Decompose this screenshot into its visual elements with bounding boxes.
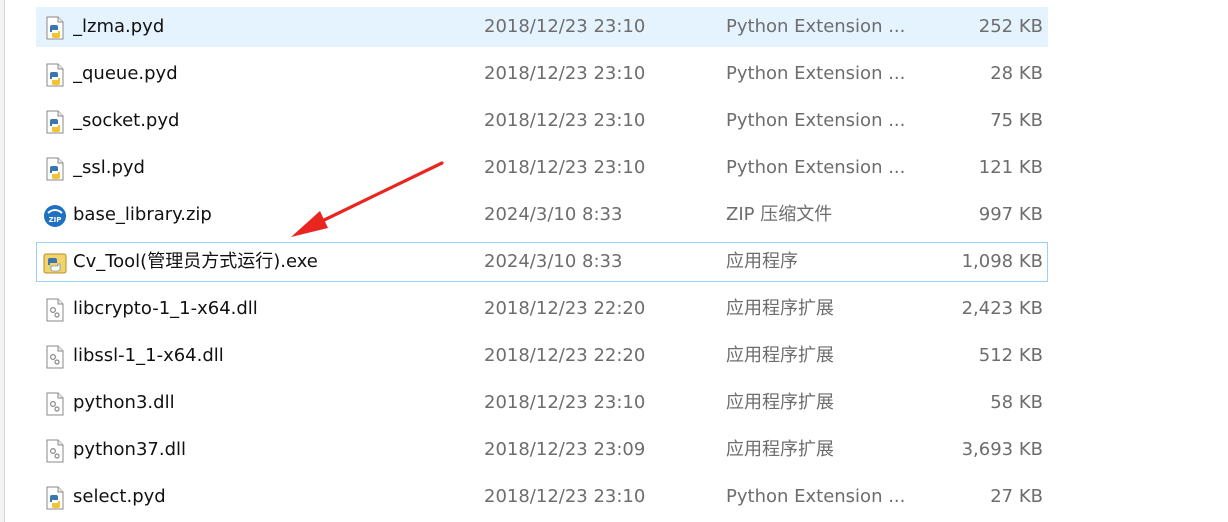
file-type: 应用程序 — [726, 251, 798, 272]
python-extension-icon — [43, 157, 67, 181]
file-date-modified: 2018/12/23 23:10 — [484, 63, 646, 84]
dll-file-icon — [43, 392, 67, 416]
file-row[interactable]: _queue.pyd 2018/12/23 23:10 Python Extensi… — [36, 54, 1048, 94]
python-extension-icon — [43, 16, 67, 40]
file-date-modified: 2024/3/10 8:33 — [484, 251, 623, 272]
dll-file-icon — [43, 345, 67, 369]
file-name: _queue.pyd — [73, 63, 178, 84]
file-name: libcrypto-1_1-x64.dll — [73, 298, 258, 319]
file-row[interactable]: _socket.pyd 2018/12/23 23:10 Python Extens… — [36, 101, 1048, 141]
file-size: 27 KB — [990, 486, 1043, 507]
dll-file-icon — [43, 298, 67, 322]
file-type: Python Extension ... — [726, 110, 906, 131]
file-name: select.pyd — [73, 486, 166, 507]
python-extension-icon — [43, 486, 67, 510]
file-name: libssl-1_1-x64.dll — [73, 345, 224, 366]
file-name: python37.dll — [73, 439, 187, 460]
file-size: 1,098 KB — [961, 251, 1043, 272]
file-date-modified: 2018/12/23 23:10 — [484, 16, 646, 37]
file-size: 3,693 KB — [961, 439, 1043, 460]
file-name: _ssl.pyd — [73, 157, 145, 178]
file-type: 应用程序扩展 — [726, 439, 834, 460]
file-type: Python Extension ... — [726, 16, 906, 37]
file-type: 应用程序扩展 — [726, 392, 834, 413]
python-executable-icon — [43, 251, 67, 275]
svg-text:ZIP: ZIP — [49, 216, 62, 224]
file-size: 75 KB — [990, 110, 1043, 131]
file-size: 252 KB — [978, 16, 1043, 37]
file-size: 121 KB — [978, 157, 1043, 178]
file-row[interactable]: _ssl.pyd 2018/12/23 23:10 Python Extension… — [36, 148, 1048, 188]
file-type: ZIP 压缩文件 — [726, 204, 833, 225]
file-date-modified: 2018/12/23 22:20 — [484, 345, 646, 366]
file-size: 58 KB — [990, 392, 1043, 413]
file-date-modified: 2018/12/23 23:10 — [484, 110, 646, 131]
python-extension-icon — [43, 63, 67, 87]
file-row[interactable]: python3.dll 2018/12/23 23:10 应用程序扩展 58 KB — [36, 383, 1048, 423]
file-row[interactable]: Cv_Tool(管理员方式运行).exe 2024/3/10 8:33 应用程序 1,… — [36, 242, 1048, 282]
file-row[interactable]: select.pyd 2018/12/23 23:10 Python Extensi… — [36, 477, 1048, 517]
file-date-modified: 2024/3/10 8:33 — [484, 204, 623, 225]
file-row[interactable]: libcrypto-1_1-x64.dll 2018/12/23 22:20 应用程… — [36, 289, 1048, 329]
file-row[interactable]: ZIP base_library.zip 2024/3/10 8:33 ZIP 压缩文… — [36, 195, 1048, 235]
file-size: 512 KB — [978, 345, 1043, 366]
file-date-modified: 2018/12/23 23:10 — [484, 486, 646, 507]
file-type: Python Extension ... — [726, 63, 906, 84]
file-date-modified: 2018/12/23 23:10 — [484, 157, 646, 178]
file-list: _lzma.pyd 2018/12/23 23:10 Python Extensio… — [0, 0, 1228, 522]
dll-file-icon — [43, 439, 67, 463]
zip-archive-icon: ZIP — [43, 204, 67, 228]
file-type: 应用程序扩展 — [726, 298, 834, 319]
file-date-modified: 2018/12/23 23:09 — [484, 439, 646, 460]
file-row[interactable]: _lzma.pyd 2018/12/23 23:10 Python Extensio… — [36, 7, 1048, 47]
file-name: _socket.pyd — [73, 110, 180, 131]
file-name: _lzma.pyd — [73, 16, 165, 37]
file-date-modified: 2018/12/23 22:20 — [484, 298, 646, 319]
file-type: 应用程序扩展 — [726, 345, 834, 366]
file-row[interactable]: libssl-1_1-x64.dll 2018/12/23 22:20 应用程序扩展… — [36, 336, 1048, 376]
file-size: 28 KB — [990, 63, 1043, 84]
file-type: Python Extension ... — [726, 157, 906, 178]
file-type: Python Extension ... — [726, 486, 906, 507]
file-size: 2,423 KB — [961, 298, 1043, 319]
file-size: 997 KB — [978, 204, 1043, 225]
file-name: Cv_Tool(管理员方式运行).exe — [73, 251, 318, 272]
file-row[interactable]: python37.dll 2018/12/23 23:09 应用程序扩展 3,693 … — [36, 430, 1048, 470]
python-extension-icon — [43, 110, 67, 134]
file-name: python3.dll — [73, 392, 175, 413]
file-date-modified: 2018/12/23 23:10 — [484, 392, 646, 413]
file-name: base_library.zip — [73, 204, 212, 225]
